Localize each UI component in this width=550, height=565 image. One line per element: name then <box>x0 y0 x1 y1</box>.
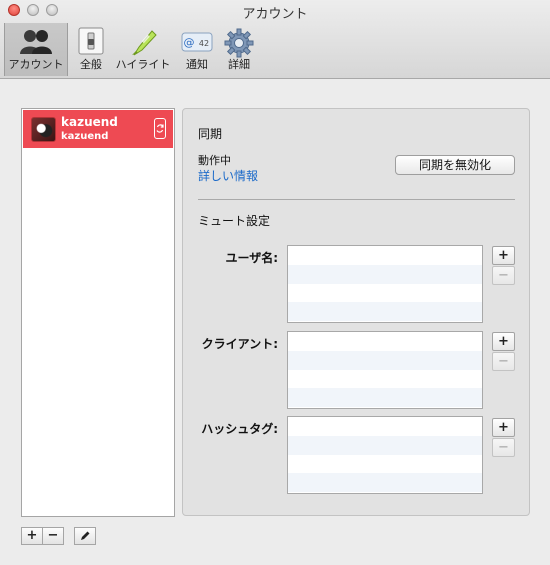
toolbar-highlight-label: ハイライト <box>115 58 171 71</box>
toolbar-advanced-label: 詳細 <box>228 58 250 71</box>
add-account-button[interactable]: + <box>21 527 43 545</box>
mute-section-title: ミュート設定 <box>198 214 271 228</box>
account-list[interactable]: kazuend kazuend <box>21 108 175 517</box>
mute-client-list[interactable] <box>287 331 483 409</box>
toolbar-highlight[interactable]: ハイライト <box>114 23 172 76</box>
account-row[interactable]: kazuend kazuend <box>23 110 173 148</box>
notification-badge: 42 <box>199 39 209 48</box>
mute-username-list[interactable] <box>287 245 483 323</box>
toolbar-notification[interactable]: @ 42 通知 <box>177 23 217 76</box>
notification-icon: @ 42 <box>180 27 214 58</box>
window-toolbar: アカウント アカウント 全般 ハイライト @ 42 通知 詳細 <box>0 0 550 79</box>
sync-section-title: 同期 <box>198 127 223 141</box>
pencil-icon <box>79 531 91 546</box>
switch-icon <box>77 27 105 58</box>
add-username-button[interactable]: + <box>492 246 515 265</box>
disable-sync-button[interactable]: 同期を無効化 <box>395 155 515 175</box>
account-name: kazuend <box>61 115 118 129</box>
add-hashtag-button[interactable]: + <box>492 418 515 437</box>
edit-account-button[interactable] <box>74 527 96 545</box>
mute-username-label: ユーザ名: <box>225 251 278 265</box>
remove-account-button[interactable]: − <box>42 527 64 545</box>
toolbar-general-label: 全般 <box>80 58 102 71</box>
toolbar-advanced[interactable]: 詳細 <box>221 23 257 76</box>
avatar <box>31 117 56 142</box>
divider <box>198 199 515 200</box>
mute-hashtag-label: ハッシュタグ: <box>201 422 278 436</box>
remove-hashtag-button[interactable]: − <box>492 438 515 457</box>
mute-hashtag-list[interactable] <box>287 416 483 494</box>
remove-client-button[interactable]: − <box>492 352 515 371</box>
toolbar-accounts-label: アカウント <box>8 58 64 71</box>
toolbar-general[interactable]: 全般 <box>72 23 110 76</box>
notification-at: @ <box>184 36 195 49</box>
details-link[interactable]: 詳しい情報 <box>198 167 258 184</box>
sync-device-icon <box>154 118 166 139</box>
toolbar-notification-label: 通知 <box>186 58 208 71</box>
account-username: kazuend <box>61 131 109 142</box>
window-title: アカウント <box>242 7 308 22</box>
toolbar-accounts[interactable]: アカウント <box>4 23 68 76</box>
remove-username-button[interactable]: − <box>492 266 515 285</box>
add-client-button[interactable]: + <box>492 332 515 351</box>
sync-status: 動作中 <box>198 154 231 167</box>
account-settings-panel: 同期 動作中 詳しい情報 同期を無効化 ミュート設定 ユーザ名: + − クライ… <box>182 108 530 516</box>
mute-client-label: クライアント: <box>201 337 278 351</box>
